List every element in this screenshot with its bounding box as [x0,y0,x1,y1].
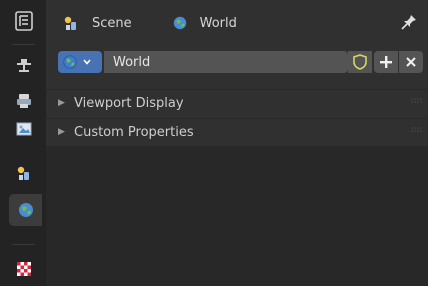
unlink-world-button[interactable] [399,51,423,73]
close-icon [406,57,416,67]
world-icon [18,203,33,217]
panel-title: Custom Properties [74,124,194,140]
collapse-arrow-icon: ▶ [58,98,65,108]
breadcrumb-world-label: World [199,15,237,31]
breadcrumb-scene[interactable]: Scene [62,14,132,32]
panel-viewport-display[interactable]: ▶ Viewport Display [46,89,428,116]
breadcrumb: Scene World [46,0,428,46]
drag-grip-icon[interactable] [410,126,422,136]
chevron-down-icon [83,59,91,65]
properties-main: Scene World World ▶ Viewport Display ▶ C… [46,0,428,286]
pin-icon [401,15,416,30]
world-name-field[interactable]: World [104,51,348,73]
render-icon [17,94,31,108]
fake-user-button[interactable] [348,51,372,73]
tool-icon [17,59,31,72]
scene-icon [17,166,29,180]
panel-custom-properties[interactable]: ▶ Custom Properties [46,118,428,145]
tool-tab[interactable] [10,52,38,78]
render-tab[interactable] [10,88,38,114]
shield-icon [353,54,367,70]
browse-world-button[interactable] [58,51,102,73]
world-tab[interactable] [9,194,42,226]
world-datablock-selector: World [58,51,424,73]
collapse-arrow-icon: ▶ [58,127,65,137]
texture-checker-icon [17,262,31,276]
output-image-icon [16,122,32,136]
texture-tab[interactable] [10,256,38,282]
editor-type-button[interactable] [10,8,38,34]
properties-editor-icon [15,11,33,31]
scene-icon [64,16,76,30]
properties-tab-strip [0,0,46,286]
empty-area [46,146,428,286]
world-name-text: World [113,54,151,70]
plus-icon [380,56,392,68]
new-world-button[interactable] [374,51,398,73]
output-tab[interactable] [10,116,38,142]
drag-grip-icon[interactable] [410,97,422,107]
breadcrumb-scene-label: Scene [92,15,132,31]
panel-title: Viewport Display [74,95,184,111]
breadcrumb-world[interactable]: World [172,15,237,31]
world-icon [63,55,77,69]
world-icon [173,16,186,30]
scene-tab[interactable] [10,160,38,186]
pin-button[interactable] [400,13,418,35]
